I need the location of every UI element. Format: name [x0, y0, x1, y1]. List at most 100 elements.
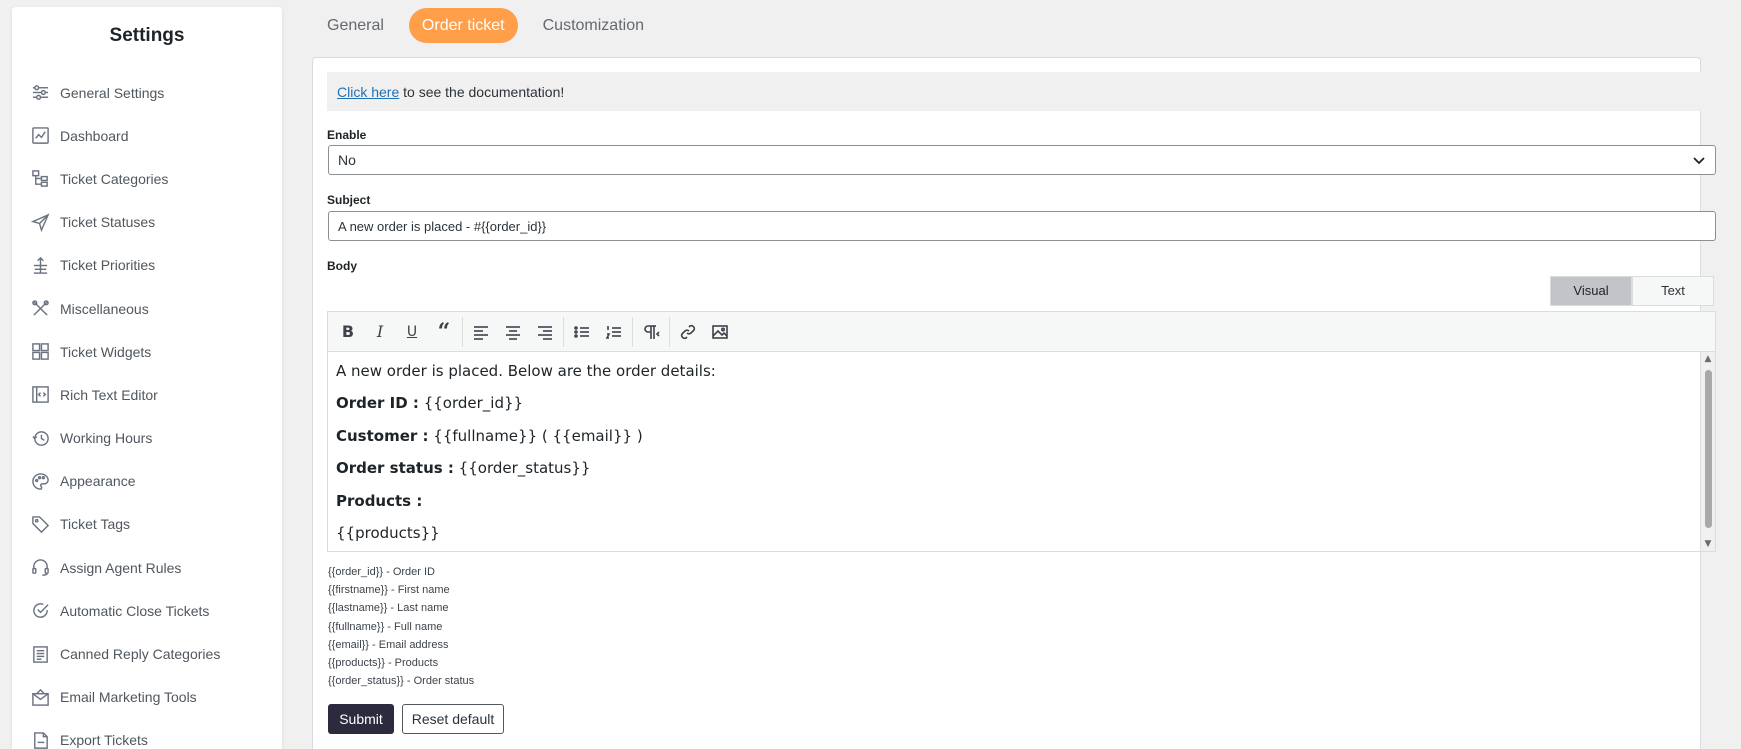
tab-order-ticket[interactable]: Order ticket: [408, 8, 518, 43]
editor-content[interactable]: A new order is placed. Below are the ord…: [328, 352, 1715, 551]
documentation-link[interactable]: Click here: [337, 84, 399, 100]
subject-input[interactable]: [328, 211, 1716, 241]
editor-mode-switch: Visual Text: [1550, 276, 1714, 306]
toolbar-divider: [632, 316, 633, 347]
sidebar-title: Settings: [109, 25, 185, 46]
align-center-icon[interactable]: [497, 317, 529, 347]
chevron-down-icon: [1692, 153, 1706, 167]
sidebar-item-label: Ticket Statuses: [60, 214, 156, 231]
sidebar-item-ticket-tags[interactable]: Ticket Tags: [12, 503, 282, 546]
enable-label: Enable: [327, 128, 367, 142]
palette-icon: [30, 471, 50, 491]
sidebar-item-label: Export Tickets: [60, 732, 148, 749]
legend-item: {{order_status}} - Order status: [328, 675, 475, 688]
clock-history-icon: [30, 428, 50, 448]
body-line-products-heading: Products :: [336, 491, 423, 510]
sidebar-item-miscellaneous[interactable]: Miscellaneous: [12, 287, 282, 330]
sliders-icon: [30, 83, 50, 103]
body-label: Body: [327, 259, 357, 273]
scroll-thumb[interactable]: [1705, 370, 1712, 528]
body-line-order-id: Order ID : {{order_id}}: [336, 394, 524, 413]
align-right-icon[interactable]: [529, 317, 561, 347]
enable-select[interactable]: No: [328, 145, 1716, 175]
bold-icon[interactable]: B: [332, 317, 364, 347]
legend-item: {{email}} - Email address: [328, 638, 449, 651]
submit-button[interactable]: Submit: [328, 704, 394, 734]
legend-item: {{lastname}} - Last name: [328, 602, 449, 615]
link-icon[interactable]: [672, 317, 704, 347]
underline-icon[interactable]: U: [396, 317, 428, 347]
code-window-icon: [30, 385, 50, 405]
sidebar-item-label: Appearance: [60, 473, 136, 490]
sidebar-item-ticket-priorities[interactable]: Ticket Priorities: [12, 244, 282, 287]
editor-scrollbar[interactable]: ▲ ▼: [1703, 354, 1713, 549]
body-line-products: {{products}}: [336, 523, 440, 542]
sidebar-item-ticket-widgets[interactable]: Ticket Widgets: [12, 330, 282, 373]
paragraph-direction-icon[interactable]: [635, 317, 667, 347]
sidebar-item-ticket-statuses[interactable]: Ticket Statuses: [12, 201, 282, 244]
editor-toolbar: B I U “: [328, 312, 1715, 352]
sidebar-item-label: Automatic Close Tickets: [60, 602, 210, 619]
sidebar-item-label: Assign Agent Rules: [60, 559, 182, 576]
envelope-icon: [30, 687, 50, 707]
sidebar-item-working-hours[interactable]: Working Hours: [12, 417, 282, 460]
documentation-banner: Click here to see the documentation!: [327, 72, 1715, 111]
sidebar-item-export-tickets[interactable]: Export Tickets: [12, 719, 282, 749]
sidebar-item-label: Ticket Tags: [60, 516, 131, 533]
toolbar-divider: [669, 316, 670, 347]
scroll-up-arrow-icon[interactable]: ▲: [1703, 354, 1713, 364]
order-ticket-panel: Click here to see the documentation! Ena…: [312, 57, 1716, 749]
settings-sidebar: Settings General Settings Dashboard Tick…: [12, 7, 282, 749]
text-tab[interactable]: Text: [1632, 276, 1714, 306]
toolbar-divider: [462, 316, 463, 347]
legend-item: {{firstname}} - First name: [328, 584, 450, 597]
sidebar-item-label: Dashboard: [60, 127, 129, 144]
sidebar-item-appearance[interactable]: Appearance: [12, 460, 282, 503]
chart-icon: [30, 126, 50, 146]
italic-icon[interactable]: I: [364, 317, 396, 347]
hierarchy-icon: [30, 169, 50, 189]
enable-select-value: No: [338, 152, 356, 168]
tab-customization[interactable]: Customization: [530, 8, 657, 43]
body-line-intro: A new order is placed. Below are the ord…: [336, 362, 716, 380]
sidebar-item-email-marketing-tools[interactable]: Email Marketing Tools: [12, 676, 282, 719]
legend-item: {{products}} - Products: [328, 657, 439, 670]
sidebar-item-automatic-close-tickets[interactable]: Automatic Close Tickets: [12, 589, 282, 632]
sidebar-item-label: Canned Reply Categories: [60, 646, 221, 663]
documentation-text: to see the documentation!: [399, 84, 565, 100]
sidebar-item-canned-reply-categories[interactable]: Canned Reply Categories: [12, 632, 282, 675]
sidebar-item-label: Working Hours: [60, 430, 153, 447]
sidebar-item-ticket-categories[interactable]: Ticket Categories: [12, 157, 282, 200]
body-line-order-status: Order status : {{order_status}}: [336, 459, 591, 478]
document-list-icon: [30, 644, 50, 664]
priority-icon: [30, 255, 50, 275]
settings-tabs: General Order ticket Customization: [314, 8, 657, 43]
sidebar-item-label: Miscellaneous: [60, 300, 149, 317]
sidebar-item-dashboard[interactable]: Dashboard: [12, 114, 282, 157]
csv-icon: [30, 730, 50, 749]
placeholder-legend: {{order_id}} - Order ID {{firstname}} - …: [328, 563, 474, 690]
sidebar-item-label: Email Marketing Tools: [60, 689, 197, 706]
scroll-down-arrow-icon[interactable]: ▼: [1703, 539, 1713, 549]
sidebar-item-rich-text-editor[interactable]: Rich Text Editor: [12, 373, 282, 416]
body-editor: B I U “ A new order is placed. Below are…: [327, 311, 1716, 552]
toolbar-divider: [563, 316, 564, 347]
sidebar-item-general-settings[interactable]: General Settings: [12, 71, 282, 114]
image-icon[interactable]: [704, 317, 736, 347]
align-left-icon[interactable]: [465, 317, 497, 347]
tab-general[interactable]: General: [314, 8, 397, 43]
legend-item: {{fullname}} - Full name: [328, 620, 443, 633]
blockquote-icon[interactable]: “: [428, 317, 460, 347]
numbered-list-icon[interactable]: [598, 317, 630, 347]
reset-default-button[interactable]: Reset default: [402, 704, 504, 734]
tag-icon: [30, 514, 50, 534]
sidebar-item-label: Rich Text Editor: [60, 386, 158, 403]
body-line-customer: Customer : {{fullname}} ( {{email}} ): [336, 426, 643, 445]
visual-tab[interactable]: Visual: [1550, 276, 1632, 306]
headset-icon: [30, 558, 50, 578]
sidebar-item-label: Ticket Priorities: [60, 257, 156, 274]
bullet-list-icon[interactable]: [566, 317, 598, 347]
sidebar-item-assign-agent-rules[interactable]: Assign Agent Rules: [12, 546, 282, 589]
check-circle-icon: [30, 601, 50, 621]
sidebar-item-label: General Settings: [60, 84, 165, 101]
